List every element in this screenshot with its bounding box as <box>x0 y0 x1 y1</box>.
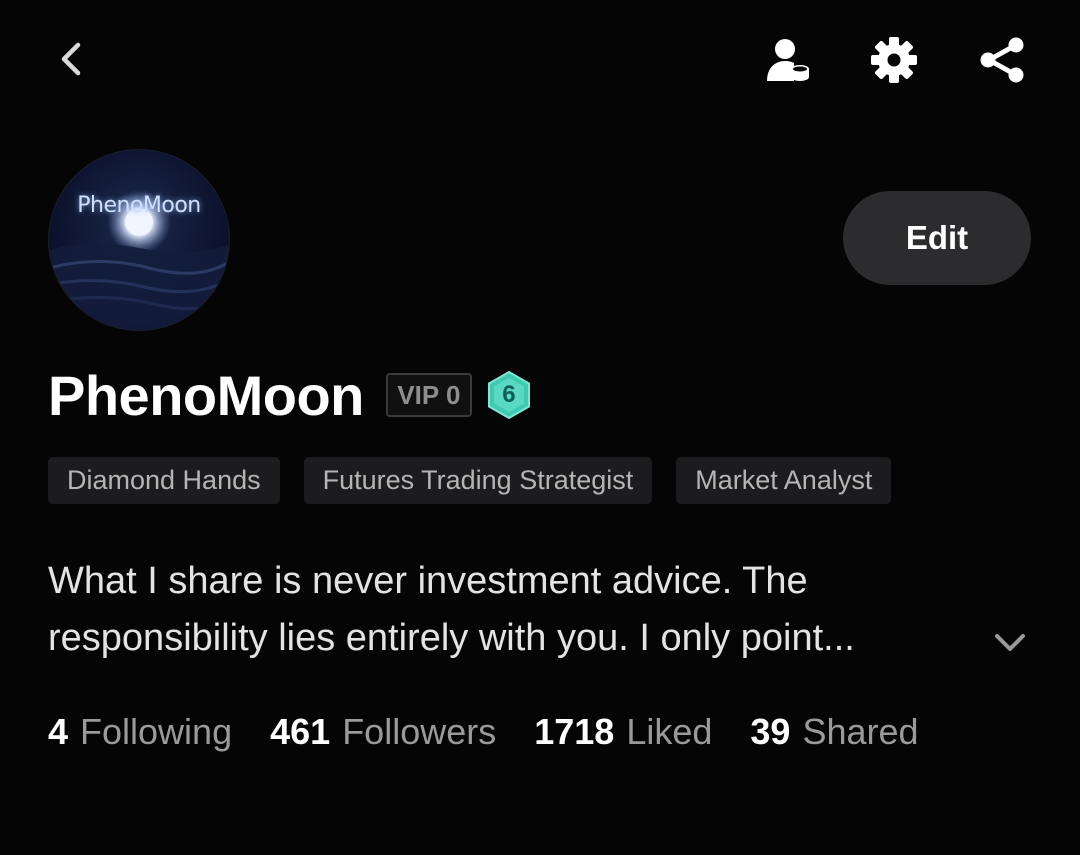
stat-value: 461 <box>270 711 331 752</box>
edit-profile-button[interactable]: Edit <box>843 191 1031 285</box>
stat-label: Liked <box>626 711 713 752</box>
share-icon <box>980 37 1024 83</box>
avatar-logo-text: PhenoMoon <box>77 193 201 218</box>
stat-shared[interactable]: 39 Shared <box>750 711 918 753</box>
stat-label: Following <box>80 711 233 752</box>
profile-name: PhenoMoon <box>48 363 364 427</box>
top-bar <box>0 0 1080 120</box>
bio-line: What I share is never investment advice.… <box>48 560 808 602</box>
stat-label: Shared <box>802 711 919 752</box>
vip-badge[interactable]: VIP 0 <box>385 373 472 417</box>
stat-value: 39 <box>750 711 791 752</box>
chevron-left-icon <box>61 42 81 76</box>
settings-button[interactable] <box>862 28 926 92</box>
user-coin-icon <box>767 39 809 81</box>
stat-value: 1718 <box>534 711 615 752</box>
tag-diamond-hands[interactable]: Diamond Hands <box>48 457 280 504</box>
back-button[interactable] <box>40 27 104 91</box>
tag-futures-trading-strategist[interactable]: Futures Trading Strategist <box>303 457 653 504</box>
stat-label: Followers <box>342 711 497 752</box>
stat-followers[interactable]: 461 Followers <box>270 711 496 753</box>
bio-line: responsibility lies entirely with you. I… <box>48 617 855 659</box>
account-button[interactable] <box>755 28 819 92</box>
expand-bio-button[interactable] <box>988 621 1032 665</box>
stat-liked[interactable]: 1718 Liked <box>534 711 712 753</box>
tag-market-analyst[interactable]: Market Analyst <box>676 457 892 504</box>
gear-icon <box>871 37 917 83</box>
share-button[interactable] <box>970 28 1034 92</box>
stat-following[interactable]: 4 Following <box>48 711 232 753</box>
moon-clouds-image <box>49 190 229 330</box>
avatar[interactable]: PhenoMoon <box>48 149 230 331</box>
level-number: 6 <box>502 381 516 408</box>
chevron-down-icon <box>995 634 1025 651</box>
profile-stats: 4 Following 461 Followers 1718 Liked 39 … <box>48 706 957 758</box>
stat-value: 4 <box>48 711 69 752</box>
profile-tags: Diamond Hands Futures Trading Strategist… <box>48 457 892 504</box>
profile-bio: What I share is never investment advice.… <box>48 553 1028 667</box>
level-badge[interactable]: 6 <box>486 370 532 420</box>
profile-name-row: PhenoMoon VIP 0 6 <box>48 360 532 430</box>
